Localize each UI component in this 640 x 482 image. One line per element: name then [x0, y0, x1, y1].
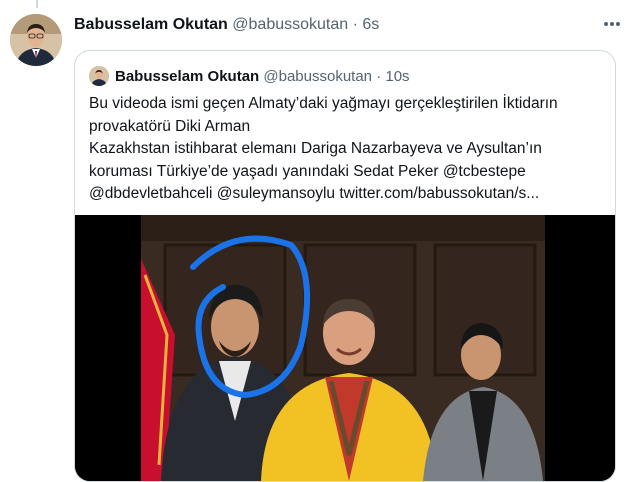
quoted-text-line: @dbdevletbahceli @suleymansoylu twitter.…	[89, 185, 540, 202]
quoted-author-handle: @babussokutan	[263, 67, 373, 85]
quoted-header-separator: ·	[376, 67, 382, 85]
quoted-media-image[interactable]	[75, 215, 615, 481]
quoted-tweet-text: Bu videoda ismi geçen Almaty’daki yağmay…	[89, 93, 604, 206]
more-options-button[interactable]	[602, 14, 622, 38]
header-separator: ·	[352, 16, 358, 33]
author-name[interactable]: Babusselam Okutan	[74, 16, 228, 33]
quoted-timestamp: 10s	[385, 67, 410, 85]
quoted-author-avatar	[89, 66, 109, 86]
quoted-text-line: Kazakhstan istihbarat elemanı Dariga Naz…	[89, 140, 542, 157]
quoted-text-line: koruması Türkiye’de yaşadı yanındaki Sed…	[89, 162, 526, 180]
author-handle[interactable]: @babussokutan	[232, 16, 348, 33]
tweet-timestamp[interactable]: 6s	[362, 16, 379, 33]
quoted-tweet-header: Babusselam Okutan @babussokutan · 10s	[89, 65, 410, 87]
tweet-header: Babusselam Okutan @babussokutan · 6s	[74, 14, 379, 36]
quoted-author-name: Babusselam Okutan	[115, 67, 260, 85]
quoted-text-line: Bu videoda ismi geçen Almaty’daki yağmay…	[89, 95, 558, 112]
quoted-text-line: provakatörü Diki Arman	[89, 117, 251, 135]
thread-connector-line	[36, 0, 38, 8]
more-horizontal-icon	[604, 22, 620, 26]
author-avatar[interactable]	[10, 14, 62, 66]
quoted-tweet-card[interactable]: Babusselam Okutan @babussokutan · 10s Bu…	[74, 50, 616, 482]
